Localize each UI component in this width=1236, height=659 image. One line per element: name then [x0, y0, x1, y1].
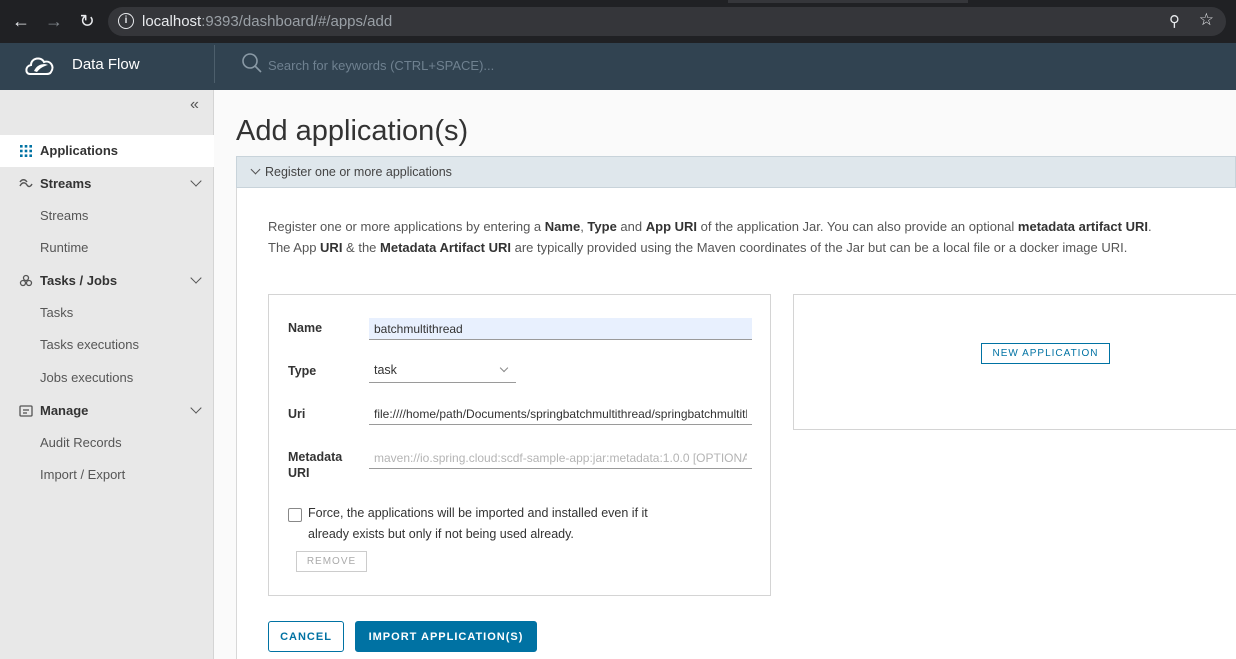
sidebar-section-manage[interactable]: Manage	[0, 395, 214, 427]
header-divider	[214, 45, 215, 83]
sidebar-item-label: Manage	[40, 403, 89, 418]
desc-text: .	[1147, 219, 1152, 234]
desc-bold-type: Type	[587, 219, 617, 234]
sidebar-item-label: Import / Export	[40, 467, 126, 482]
sidebar-item-label: Applications	[40, 143, 119, 158]
spring-cloud-logo-icon[interactable]	[24, 52, 56, 80]
bookmark-star-icon[interactable]: ☆	[1199, 10, 1214, 30]
search-input[interactable]	[268, 54, 688, 76]
address-url[interactable]: localhost:9393/dashboard/#/apps/add	[142, 13, 392, 30]
sidebar-item-label: Tasks / Jobs	[40, 273, 118, 288]
sidebar-item-label: Tasks	[40, 305, 74, 320]
sidebar-item-label: Audit Records	[40, 435, 122, 450]
sidebar: « Applications Streams Streams Runtime Tasks…	[0, 90, 214, 659]
sidebar-item-applications[interactable]: Applications	[0, 135, 214, 167]
desc-text: & the	[342, 240, 381, 255]
reload-icon[interactable]: ↻	[75, 9, 99, 33]
desc-text: and	[616, 219, 646, 234]
force-label-line-2: already exists but only if not being use…	[308, 527, 574, 541]
uri-input[interactable]	[369, 403, 752, 425]
tasks-icon	[19, 274, 33, 287]
sidebar-item-label: Tasks executions	[40, 337, 139, 352]
force-checkbox[interactable]	[288, 508, 302, 522]
brand-title[interactable]: Data Flow	[72, 56, 140, 73]
sidebar-item-audit-records[interactable]: Audit Records	[0, 427, 214, 459]
application-form-card: Name Type task Uri Metadata URI Force, t…	[268, 294, 771, 596]
sidebar-section-streams[interactable]: Streams	[0, 168, 214, 200]
chevron-down-icon[interactable]	[190, 402, 202, 414]
type-label: Type	[288, 364, 317, 378]
desc-text: are typically provided using the Maven c…	[511, 240, 1128, 255]
desc-text: The App	[268, 240, 321, 255]
chevron-down-icon	[250, 164, 261, 175]
name-input[interactable]	[369, 318, 752, 340]
type-select[interactable]: task	[369, 359, 516, 383]
url-path: :9393/dashboard/#/apps/add	[201, 13, 393, 30]
chevron-down-icon	[499, 363, 509, 373]
description-line-2: The App URI & the Metadata Artifact URI …	[268, 240, 1228, 255]
back-arrow-icon[interactable]: ←	[9, 9, 33, 33]
new-application-button[interactable]: NEW APPLICATION	[981, 343, 1110, 364]
zoom-icon[interactable]: ⚲	[1169, 12, 1180, 30]
site-info-icon[interactable]: i	[118, 13, 134, 29]
url-host: localhost	[142, 13, 202, 30]
manage-icon	[19, 405, 33, 417]
search-icon	[242, 53, 262, 73]
streams-icon	[19, 179, 33, 188]
accordion-register-header[interactable]: Register one or more applications	[236, 156, 1236, 188]
force-label-line-1: Force, the applications will be imported…	[308, 506, 648, 520]
collapse-sidebar-icon[interactable]: «	[190, 96, 199, 114]
app-header: Data Flow	[0, 43, 1236, 90]
chevron-down-icon[interactable]	[190, 272, 202, 284]
cancel-button[interactable]: CANCEL	[268, 621, 344, 652]
forward-arrow-icon[interactable]: →	[42, 9, 66, 33]
grid-icon	[20, 145, 32, 157]
sidebar-item-streams[interactable]: Streams	[0, 200, 214, 232]
desc-bold-metadata-uri: Metadata Artifact URI	[380, 240, 511, 255]
sidebar-item-label: Runtime	[40, 240, 89, 255]
sidebar-item-label: Streams	[40, 208, 89, 223]
force-checkbox-label[interactable]: Force, the applications will be imported…	[308, 503, 708, 545]
desc-text: Register one or more applications by ent…	[268, 219, 545, 234]
sidebar-item-label: Streams	[40, 176, 92, 191]
desc-text: of the application Jar. You can also pro…	[697, 219, 1018, 234]
metadata-uri-input[interactable]	[369, 447, 752, 469]
sidebar-item-tasks-executions[interactable]: Tasks executions	[0, 329, 214, 361]
metadata-uri-label-2: URI	[288, 466, 310, 480]
browser-toolbar: ← → ↻ i localhost:9393/dashboard/#/apps/…	[0, 0, 1236, 43]
name-label: Name	[288, 321, 323, 335]
chevron-down-icon[interactable]	[190, 175, 202, 187]
sidebar-item-runtime[interactable]: Runtime	[0, 232, 214, 264]
page-title: Add application(s)	[236, 115, 469, 147]
import-applications-button[interactable]: IMPORT APPLICATION(S)	[355, 621, 537, 652]
metadata-uri-label-1: Metadata	[288, 450, 343, 464]
address-bar[interactable]: i localhost:9393/dashboard/#/apps/add ⚲ …	[108, 7, 1226, 36]
sidebar-item-label: Jobs executions	[40, 370, 134, 385]
type-select-value: task	[374, 363, 397, 377]
sidebar-item-tasks[interactable]: Tasks	[0, 297, 214, 329]
remove-button[interactable]: REMOVE	[296, 551, 367, 572]
desc-bold-app-uri: App URI	[645, 219, 698, 234]
sidebar-item-jobs-executions[interactable]: Jobs executions	[0, 362, 214, 394]
uri-label: Uri	[288, 407, 306, 421]
tab-strip	[728, 0, 968, 3]
desc-bold-name: Name	[544, 219, 581, 234]
desc-bold-uri: URI	[320, 240, 343, 255]
new-application-card: NEW APPLICATION	[793, 294, 1236, 430]
description-line-1: Register one or more applications by ent…	[268, 219, 1228, 234]
accordion-register-label: Register one or more applications	[265, 165, 452, 179]
sidebar-item-import-export[interactable]: Import / Export	[0, 459, 214, 491]
sidebar-section-tasks-jobs[interactable]: Tasks / Jobs	[0, 265, 214, 297]
desc-bold-metadata: metadata artifact URI	[1017, 219, 1148, 234]
